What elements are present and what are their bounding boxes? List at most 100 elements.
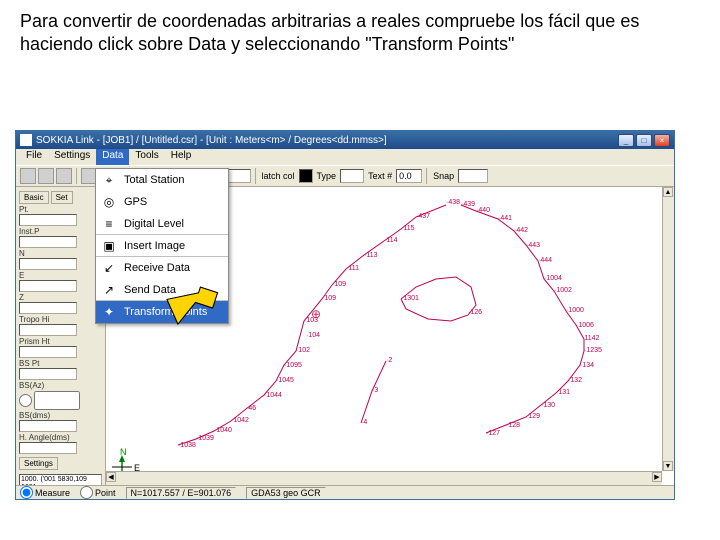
latchcol-label: latch col: [262, 171, 295, 181]
tool-icon[interactable]: [20, 168, 36, 184]
bsdms-input[interactable]: [19, 420, 77, 432]
snap-select[interactable]: [458, 169, 488, 183]
survey-point: ·1142: [582, 335, 599, 342]
menubar: File Settings Data Tools Help: [16, 149, 674, 165]
instpt-input[interactable]: [19, 236, 77, 248]
tool-icon[interactable]: [56, 168, 72, 184]
bsdms-label: BS(dms): [19, 411, 102, 420]
point-radio[interactable]: [80, 486, 93, 499]
z-input[interactable]: [19, 302, 77, 314]
maximize-button[interactable]: □: [636, 134, 652, 147]
tab-set[interactable]: Set: [51, 191, 73, 204]
e-label: E: [19, 271, 102, 280]
survey-point: ·103: [304, 317, 318, 324]
scrollbar-vertical[interactable]: ▲ ▼: [662, 187, 674, 471]
survey-point: ·1002: [554, 287, 572, 294]
survey-point: ·1038: [178, 442, 196, 449]
survey-point: ·127: [486, 430, 500, 437]
minimize-button[interactable]: _: [618, 134, 634, 147]
settings-button[interactable]: Settings: [19, 457, 58, 470]
scroll-right-button[interactable]: ▶: [652, 472, 662, 482]
menu-total-station[interactable]: ⌖ Total Station: [96, 169, 228, 191]
list-item[interactable]: 1000. ('001 5830,109 6601,: [21, 476, 100, 485]
bsaz-label: BS(Az): [19, 381, 102, 390]
bsaz-input[interactable]: [34, 391, 80, 410]
survey-point: ·104: [306, 332, 320, 339]
measure-radio[interactable]: [20, 486, 33, 499]
tropo-label: Tropo Hi: [19, 315, 102, 324]
survey-point: ·131: [556, 389, 570, 396]
survey-point: ·114: [384, 237, 398, 244]
survey-point: ·443: [526, 242, 540, 249]
survey-point: ·1004: [544, 275, 562, 282]
survey-point: ·1044: [264, 392, 282, 399]
type-label: Type: [317, 171, 337, 181]
tool-icon[interactable]: [38, 168, 54, 184]
hangle-input[interactable]: [19, 442, 77, 454]
survey-point: ·4: [361, 419, 367, 426]
survey-point: ·46: [246, 405, 256, 412]
survey-point: ·130: [541, 402, 555, 409]
menu-digital-level[interactable]: ≡ Digital Level: [96, 213, 228, 235]
prism-label: Prism Ht: [19, 337, 102, 346]
survey-point: ·115: [401, 225, 415, 232]
survey-point: ·109: [332, 281, 346, 288]
prism-input[interactable]: [19, 346, 77, 358]
point-label: Point: [95, 488, 116, 498]
receive-data-icon: ↙: [100, 259, 118, 277]
survey-point: ·1095: [284, 362, 302, 369]
survey-point: ·128: [506, 422, 520, 429]
scroll-up-button[interactable]: ▲: [663, 187, 673, 197]
survey-point: ·113: [364, 252, 378, 259]
menu-settings[interactable]: Settings: [48, 149, 96, 165]
scrollbar-horizontal[interactable]: ◀ ▶: [106, 471, 662, 485]
close-button[interactable]: ×: [654, 134, 670, 147]
survey-point: ·134: [580, 362, 594, 369]
menu-receive-data[interactable]: ↙ Receive Data: [96, 257, 228, 279]
menu-file[interactable]: File: [20, 149, 48, 165]
bsaz-radio[interactable]: [19, 394, 32, 407]
survey-point: ·444: [538, 257, 552, 264]
menu-data[interactable]: Data: [96, 149, 129, 165]
scroll-left-button[interactable]: ◀: [106, 472, 116, 482]
titlebar: SOKKIA Link - [JOB1] / [Untitled.csr] - …: [16, 131, 674, 149]
send-data-icon: ↗: [100, 281, 118, 299]
crs-readout: GDA53 geo GCR: [246, 487, 326, 499]
survey-point: ·109: [322, 295, 336, 302]
statusbar: Measure Point N=1017.557 / E=901.076 GDA…: [16, 485, 674, 499]
n-input[interactable]: [19, 258, 77, 270]
survey-point: ·1301: [401, 295, 419, 302]
menu-insert-image[interactable]: ▣ Insert Image: [96, 235, 228, 257]
survey-point: ·442: [514, 227, 528, 234]
text-size-input[interactable]: 0.0: [396, 169, 422, 183]
survey-point: ·1235: [584, 347, 602, 354]
survey-point: ·1006: [576, 322, 594, 329]
hangle-label: H. Angle(dms): [19, 433, 102, 442]
survey-point: ·437: [416, 213, 430, 220]
tropo-input[interactable]: [19, 324, 77, 336]
e-input[interactable]: [19, 280, 77, 292]
tab-basic[interactable]: Basic: [19, 191, 49, 204]
text-label: Text #: [368, 171, 392, 181]
type-select[interactable]: [340, 169, 364, 183]
sidebar: Basic Set Pt. Inst.P N E Z Tropo Hi Pris…: [16, 187, 106, 485]
survey-point: ·3: [372, 387, 378, 394]
bspt-input[interactable]: [19, 368, 77, 380]
menu-tools[interactable]: Tools: [129, 149, 164, 165]
scroll-down-button[interactable]: ▼: [663, 461, 673, 471]
callout-arrow-icon: [163, 280, 223, 343]
measure-label: Measure: [35, 488, 70, 498]
latchcol-swatch[interactable]: [299, 169, 313, 183]
menu-help[interactable]: Help: [165, 149, 198, 165]
pt-label: Pt.: [19, 205, 102, 214]
survey-point: ·1000: [566, 307, 584, 314]
survey-point: ·440: [476, 207, 490, 214]
survey-point: ·1045: [276, 377, 294, 384]
survey-point: ·1042: [231, 417, 249, 424]
pt-input[interactable]: [19, 214, 77, 226]
survey-point: ·439: [461, 201, 475, 208]
transform-points-icon: ✦: [100, 303, 118, 321]
menu-gps[interactable]: ◎ GPS: [96, 191, 228, 213]
coord-list[interactable]: 1000. ('001 5830,109 6601,1001. ('003-43…: [19, 474, 102, 485]
bspt-label: BS Pt: [19, 359, 102, 368]
